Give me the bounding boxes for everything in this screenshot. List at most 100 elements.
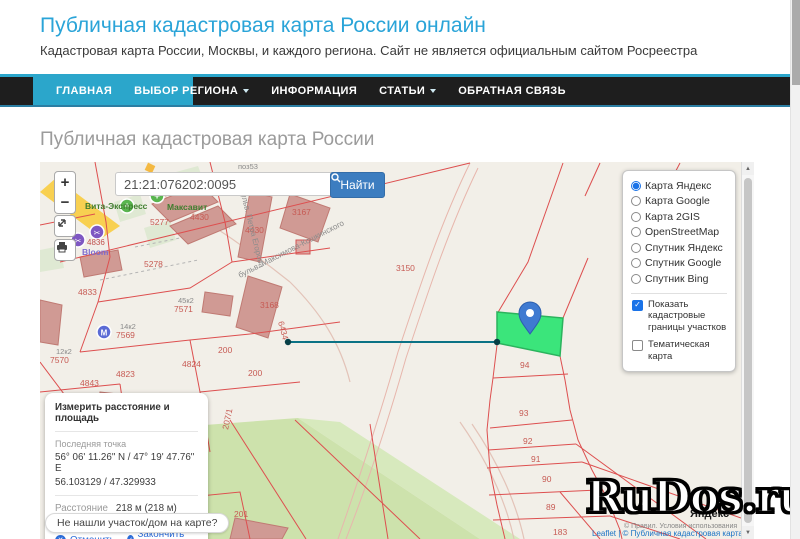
expand-arrows-icon xyxy=(58,219,66,227)
parcel-label: 91 xyxy=(531,454,541,464)
panel-divider xyxy=(631,292,727,294)
house-label: поз53 xyxy=(238,162,258,171)
cancel-circle-icon: ✕ xyxy=(55,534,66,539)
layer-option-bing-sat[interactable]: Спутник Bing xyxy=(631,271,727,287)
layer-label: Спутник Яндекс xyxy=(645,241,723,254)
search-icon xyxy=(331,173,341,183)
checkbox-label: Показать кадастровые границы участков xyxy=(648,298,727,334)
chevron-down-icon xyxy=(243,89,250,93)
parcel-label: 89 xyxy=(546,502,556,512)
nav-item-articles[interactable]: СТАТЬИ xyxy=(368,77,447,105)
layer-option-osm[interactable]: OpenStreetMap xyxy=(631,225,727,241)
parcel-label: 3168 xyxy=(260,300,279,310)
nav-item-feedback[interactable]: ОБРАТНАЯ СВЯЗЬ xyxy=(447,77,577,105)
radio-icon[interactable] xyxy=(631,242,641,253)
zoom-out-button[interactable]: − xyxy=(54,192,76,214)
nav-item-home-label: ГЛАВНАЯ xyxy=(56,85,113,97)
leaflet-attribution-link[interactable]: Leaflet | © Публичная кадастровая карта,… xyxy=(592,529,741,538)
layer-option-yandex-sat[interactable]: Спутник Яндекс xyxy=(631,240,727,256)
parcel-label: 7569 xyxy=(116,330,135,340)
cancel-label: Отменить xyxy=(70,535,115,539)
cadastral-search-input[interactable] xyxy=(115,172,337,196)
layer-option-google-map[interactable]: Карта Google xyxy=(631,194,727,210)
parcel-label: 7571 xyxy=(174,304,193,314)
last-point-label: Последняя точка xyxy=(55,439,127,449)
page-scrollbar-thumb[interactable] xyxy=(792,0,800,85)
scroll-up-button[interactable]: ▲ xyxy=(742,162,754,175)
parcel-label: 3167 xyxy=(292,207,311,217)
parcel-label: 94 xyxy=(520,360,530,370)
arrow-down-icon: ▼ xyxy=(745,529,751,536)
nav-item-region-label: ВЫБОР РЕГИОНА xyxy=(134,85,239,97)
parcel-label: 183 xyxy=(553,527,567,537)
coords-dms: 56° 06' 11.26" N / 47° 19' 47.76" E xyxy=(55,452,195,474)
layer-option-yandex-map[interactable]: Карта Яндекс xyxy=(631,178,727,194)
parcel-label: 90 xyxy=(542,474,552,484)
parcel-label: 6434 xyxy=(276,320,291,341)
radio-selected-icon[interactable] xyxy=(631,180,641,191)
radio-icon[interactable] xyxy=(631,227,641,238)
layer-option-google-sat[interactable]: Спутник Google xyxy=(631,256,727,272)
checkbox-label: Тематическая карта xyxy=(648,339,710,362)
parcel-label: 3150 xyxy=(396,263,415,273)
radio-icon[interactable] xyxy=(631,196,641,207)
print-button[interactable] xyxy=(54,239,76,261)
radio-icon[interactable] xyxy=(631,273,641,284)
parcel-label: 4843 xyxy=(80,378,99,388)
checkbox-checked-icon[interactable]: ✓ xyxy=(632,299,643,311)
divider xyxy=(55,495,198,496)
nav-items: ГЛАВНАЯ ВЫБОР РЕГИОНА ИНФОРМАЦИЯ СТАТЬИ … xyxy=(45,77,577,105)
layer-label: Карта 2GIS xyxy=(645,210,700,223)
measure-line xyxy=(284,338,501,346)
radio-icon[interactable] xyxy=(631,211,641,222)
parcel-label: 200 xyxy=(248,368,262,378)
layer-label: Спутник Bing xyxy=(645,272,709,285)
house-label: 45к2 xyxy=(178,296,194,305)
page-title: Публичная кадастровая карта России xyxy=(40,129,375,150)
fullscreen-button[interactable] xyxy=(54,215,76,237)
page: Публичная кадастровая карта России онлай… xyxy=(0,0,800,539)
nav-item-information[interactable]: ИНФОРМАЦИЯ xyxy=(260,77,368,105)
layers-panel: Карта Яндекс Карта Google Карта 2GIS Ope… xyxy=(622,170,736,372)
checkbox-unchecked-icon[interactable] xyxy=(632,340,643,352)
svg-text:✂: ✂ xyxy=(94,229,101,238)
divider xyxy=(55,431,198,432)
check-circle-icon: ✓ xyxy=(126,534,134,539)
parcel-label: 4823 xyxy=(116,369,135,379)
metro-icon[interactable]: М xyxy=(96,324,112,340)
check-glyph: ✓ xyxy=(634,300,641,309)
site-title[interactable]: Публичная кадастровая карта России онлай… xyxy=(40,14,486,38)
parcel-label: 92 xyxy=(523,436,533,446)
nav-item-articles-label: СТАТЬИ xyxy=(379,85,426,97)
nav-item-home[interactable]: ГЛАВНАЯ xyxy=(45,77,123,105)
checkbox-show-boundaries[interactable]: ✓ Показать кадастровые границы участков xyxy=(631,299,727,335)
checkbox-thematic-map[interactable]: Тематическая карта xyxy=(631,339,727,363)
nav-item-region-select[interactable]: ВЫБОР РЕГИОНА xyxy=(123,77,260,105)
site-subtitle: Кадастровая карта России, Москвы, и кажд… xyxy=(40,43,698,58)
page-vertical-scrollbar[interactable] xyxy=(790,0,800,539)
poi-label-4836: 4836 xyxy=(87,238,105,247)
parcel-label: 4824 xyxy=(182,359,201,369)
not-found-parcel-button[interactable]: Не нашли участок/дом на карте? xyxy=(45,513,230,533)
parcel-label: 5278 xyxy=(144,259,163,269)
search-button[interactable]: Найти xyxy=(330,172,385,198)
parcel-label: 200 xyxy=(218,345,232,355)
parcel-label: 7570 xyxy=(50,355,69,365)
zoom-in-label: + xyxy=(60,173,70,191)
layer-label: OpenStreetMap xyxy=(645,226,720,239)
main-nav: ГЛАВНАЯ ВЫБОР РЕГИОНА ИНФОРМАЦИЯ СТАТЬИ … xyxy=(0,74,790,107)
parcel-label: 5277 xyxy=(150,217,169,227)
layer-label: Карта Google xyxy=(645,195,710,208)
search-button-label: Найти xyxy=(340,178,375,192)
cancel-measure-button[interactable]: ✕ Отменить xyxy=(55,534,115,539)
radio-icon[interactable] xyxy=(631,258,641,269)
scroll-down-button[interactable]: ▼ xyxy=(742,526,754,539)
layer-label: Спутник Google xyxy=(645,257,722,270)
house-label: 14к2 xyxy=(120,322,136,331)
layer-option-2gis-map[interactable]: Карта 2GIS xyxy=(631,209,727,225)
zoom-out-label: − xyxy=(60,194,70,211)
salon-scissors-icon[interactable]: ✂ xyxy=(89,224,105,240)
svg-text:М: М xyxy=(101,329,108,338)
zoom-in-button[interactable]: + xyxy=(54,171,76,193)
layer-label: Карта Яндекс xyxy=(645,179,712,192)
